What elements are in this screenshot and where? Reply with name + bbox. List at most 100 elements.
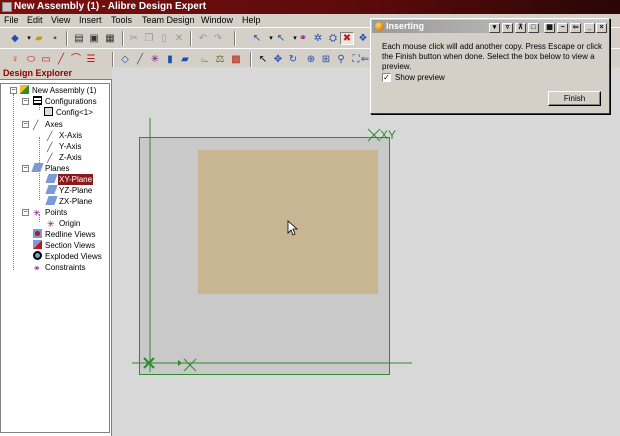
expand-toggle-configurations[interactable]: −	[22, 98, 29, 105]
part-tool-icon[interactable]: ⛭	[326, 32, 340, 45]
axis-icon: ╱	[47, 142, 53, 152]
exploded-views-icon	[33, 251, 42, 260]
tree-item-axes[interactable]: ╱ Axes	[33, 119, 64, 130]
axis-icon[interactable]: ╱	[133, 53, 147, 66]
axes-icon: ╱	[33, 120, 39, 130]
origin-icon: ✳	[47, 219, 55, 229]
insert-part-icon[interactable]: ▰	[178, 53, 192, 66]
tree-item-zx-plane[interactable]: ZX-Plane	[45, 196, 93, 207]
finish-button[interactable]: Finish	[548, 91, 601, 106]
undo-icon[interactable]: ↶	[196, 32, 210, 45]
dialog-title-bar[interactable]: Inserting ▾ ▿ ⊼ □ ▦ − ⇦ _ ×	[372, 20, 608, 33]
balance-icon[interactable]: ⚖	[213, 53, 227, 66]
properties-icon[interactable]: ▩	[229, 53, 243, 66]
plane-label: XY	[380, 128, 396, 142]
menu-file[interactable]: File	[4, 15, 19, 26]
constraint-icon[interactable]: ⚭	[296, 32, 310, 45]
redo-icon[interactable]: ↷	[211, 32, 225, 45]
tree-item-redline-views[interactable]: Redline Views	[33, 229, 97, 240]
inserting-dialog: Inserting ▾ ▿ ⊼ □ ▦ − ⇦ _ × Each mouse c…	[370, 18, 610, 114]
tree-item-planes[interactable]: Planes	[31, 163, 70, 174]
menu-help[interactable]: Help	[242, 15, 261, 26]
menu-team-design[interactable]: Team Design	[142, 15, 195, 26]
back-icon[interactable]: ⇦	[570, 23, 581, 33]
axis-icon: ╱	[47, 131, 53, 141]
filter-icon[interactable]: ↖	[274, 32, 288, 45]
app-icon[interactable]	[2, 2, 12, 12]
copy-icon[interactable]: ❐	[142, 32, 156, 45]
close-icon[interactable]: ×	[596, 23, 607, 33]
grid-icon[interactable]: ▦	[544, 23, 555, 33]
tree-item-origin[interactable]: ✳ Origin	[47, 218, 81, 229]
points-icon: ✳	[33, 208, 41, 218]
print-preview-icon[interactable]: ▣	[87, 32, 101, 45]
arc-icon[interactable]: ⌒	[69, 53, 83, 66]
minimize-icon[interactable]: _	[584, 23, 595, 33]
tree-item-x-axis[interactable]: ╱ X-Axis	[47, 130, 83, 141]
plane-icon[interactable]: ◇	[118, 53, 132, 66]
measure-icon[interactable]: ⌳	[198, 53, 212, 66]
line-icon[interactable]: ♀	[8, 53, 22, 66]
menu-insert[interactable]: Insert	[79, 15, 102, 26]
design-viewport[interactable]: XY	[112, 67, 620, 436]
insert-copy-icon[interactable]: ✖	[340, 32, 354, 45]
sketch-line-icon[interactable]: ╱	[54, 53, 68, 66]
menu-view[interactable]: View	[51, 15, 70, 26]
filter-icon[interactable]: ▾	[489, 23, 500, 33]
zoom-in-icon[interactable]: ⊕	[304, 53, 318, 66]
box-icon[interactable]: ▮	[163, 53, 177, 66]
expand-toggle-axes[interactable]: −	[22, 121, 29, 128]
tree-item-y-axis[interactable]: ╱ Y-Axis	[47, 141, 82, 152]
tree-item-xy-plane[interactable]: XY-Plane	[45, 174, 94, 185]
plane-icon	[45, 196, 58, 205]
planes-icon	[31, 163, 44, 172]
config-icon	[44, 107, 53, 116]
redline-views-icon	[33, 229, 42, 238]
expand-toggle-root[interactable]: −	[10, 87, 17, 94]
show-preview-checkbox[interactable]: ✓	[382, 73, 391, 82]
mouse-cursor-icon	[287, 220, 299, 236]
expand-toggle-points[interactable]: −	[22, 209, 29, 216]
collapse-icon[interactable]: −	[557, 23, 568, 33]
rectangle-icon[interactable]: ▭	[39, 53, 53, 66]
viewport-overlay: XY	[132, 118, 412, 372]
dialog-message: Each mouse click will add another copy. …	[382, 42, 602, 71]
tack-icon[interactable]: □	[528, 23, 539, 33]
select-tool-icon[interactable]: ↖	[250, 32, 264, 45]
tree-item-constraints[interactable]: ⚭ Constraints	[33, 262, 86, 273]
tree-item-configurations[interactable]: Configurations	[33, 96, 98, 107]
menu-edit[interactable]: Edit	[27, 15, 43, 26]
cut-icon[interactable]: ✂	[127, 32, 141, 45]
open-folder-icon[interactable]: ▰	[32, 32, 46, 45]
pan-icon[interactable]: ✥	[271, 53, 285, 66]
design-tree: − New Assembly (1) − Configurations Conf…	[0, 83, 110, 433]
pin-icon[interactable]: ⊼	[515, 23, 526, 33]
filter-alt-icon[interactable]: ▿	[502, 23, 513, 33]
page-setup-icon[interactable]: ▦	[103, 32, 117, 45]
pointer-icon[interactable]: ↖	[256, 53, 270, 66]
zoom-window-icon[interactable]: ⊞	[319, 53, 333, 66]
rotate-icon[interactable]: ↻	[286, 53, 300, 66]
new-icon[interactable]: ◆	[8, 32, 22, 45]
zoom-icon[interactable]: ⚲	[334, 53, 348, 66]
list-icon[interactable]: ☰	[84, 53, 98, 66]
tree-item-section-views[interactable]: Section Views	[33, 240, 96, 251]
expand-toggle-planes[interactable]: −	[22, 165, 29, 172]
delete-icon[interactable]: ✕	[172, 32, 186, 45]
tree-item-points[interactable]: ✳ Points	[33, 207, 68, 218]
assembly-tool-icon[interactable]: ✲	[311, 32, 325, 45]
tree-item-exploded-views[interactable]: Exploded Views	[33, 251, 103, 262]
menu-tools[interactable]: Tools	[111, 15, 132, 26]
tree-item-config-1[interactable]: Config<1>	[44, 107, 94, 118]
pattern-icon[interactable]: ❖	[356, 32, 370, 45]
menu-window[interactable]: Window	[201, 15, 233, 26]
point-icon[interactable]: ✳	[148, 53, 162, 66]
print-icon[interactable]: ▤	[72, 32, 86, 45]
tree-item-root[interactable]: New Assembly (1)	[20, 85, 97, 96]
tree-item-yz-plane[interactable]: YZ-Plane	[45, 185, 93, 196]
configurations-icon	[33, 96, 42, 105]
save-icon[interactable]: ▪	[48, 32, 62, 45]
ellipse-icon[interactable]: ⬭	[24, 53, 38, 66]
paste-icon[interactable]: ▯	[157, 32, 171, 45]
tree-item-z-axis[interactable]: ╱ Z-Axis	[47, 152, 83, 163]
